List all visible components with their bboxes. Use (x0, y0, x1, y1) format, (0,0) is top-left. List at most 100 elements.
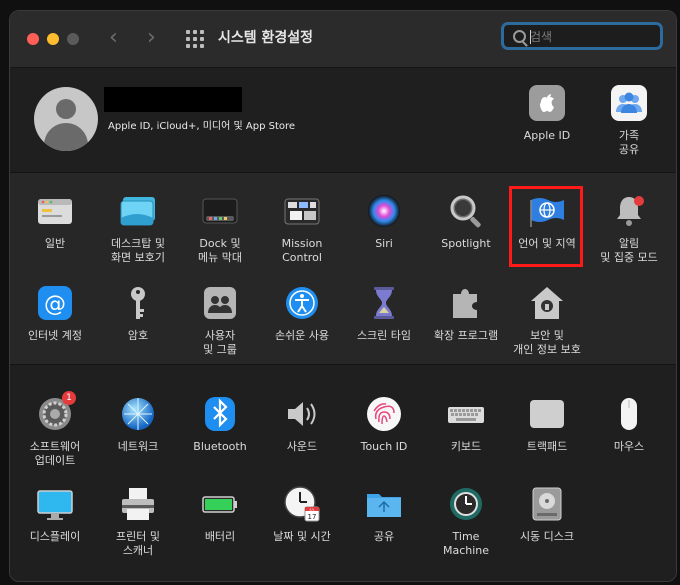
pane-sharing-label: 공유 (373, 530, 395, 543)
pane-printers-label: 프린터 및 (116, 530, 160, 543)
pane-network-label: 네트워크 (117, 440, 159, 453)
pane-date-time[interactable]: JUL 17 날짜 및 시간 (261, 485, 343, 544)
display-monitor-icon (36, 485, 74, 523)
pane-printers-label-2: 스캐너 (122, 544, 154, 557)
pane-printers-scanners[interactable]: 프린터 및 스캐너 (97, 485, 179, 558)
pane-sound[interactable]: 사운드 (261, 395, 343, 454)
software-update-gear-icon: 1 (36, 391, 76, 433)
pane-bluetooth[interactable]: Bluetooth (179, 395, 261, 454)
pane-notifications-focus[interactable]: 알림 및 집중 모드 (588, 192, 670, 265)
zoom-window-button[interactable] (67, 33, 79, 45)
pane-users-label-2: 및 그룹 (203, 343, 237, 356)
pane-siri[interactable]: Siri (343, 192, 425, 251)
apple-id-pane[interactable]: Apple ID (507, 85, 587, 143)
language-region-flag-icon (528, 192, 566, 230)
pane-time-machine[interactable]: Time Machine (425, 485, 507, 558)
time-machine-clock-icon (447, 485, 485, 523)
spotlight-magnifier-icon (447, 192, 485, 230)
pane-general[interactable]: 일반 (14, 192, 96, 251)
user-avatar[interactable] (34, 87, 98, 151)
pane-mouse-label: 마우스 (613, 440, 645, 453)
pane-trackpad-label: 트랙패드 (526, 440, 568, 453)
pane-security-privacy[interactable]: 보안 및 개인 정보 보호 (506, 284, 588, 357)
pane-startup-disk[interactable]: 시동 디스크 (506, 485, 588, 544)
pane-desktop-screensaver[interactable]: 데스크탑 및 화면 보호기 (97, 192, 179, 265)
pane-spotlight[interactable]: Spotlight (425, 192, 507, 251)
pane-keyboard[interactable]: 키보드 (425, 395, 507, 454)
search-field[interactable] (501, 22, 663, 50)
pane-bluetooth-label: Bluetooth (193, 440, 247, 453)
siri-icon (365, 192, 403, 230)
pane-displays[interactable]: 디스플레이 (14, 485, 96, 544)
show-all-grid-icon[interactable] (186, 30, 204, 48)
pane-extensions-label: 확장 프로그램 (433, 329, 499, 342)
close-window-button[interactable] (27, 33, 39, 45)
account-section: Apple ID, iCloud+, 미디어 및 App Store Apple… (10, 68, 676, 172)
pane-datetime-label: 날짜 및 시간 (273, 530, 331, 543)
pane-security-label-2: 개인 정보 보호 (513, 343, 581, 356)
minimize-window-button[interactable] (47, 33, 59, 45)
forward-arrow-icon[interactable]: › (147, 25, 156, 51)
pane-accessibility[interactable]: 손쉬운 사용 (261, 284, 343, 343)
hard-disk-icon (528, 485, 566, 523)
pane-mission-control[interactable]: Mission Control (261, 192, 343, 265)
system-preferences-window: ‹ › 시스템 환경설정 Apple ID, iCloud+, 미디어 및 Ap… (9, 10, 677, 582)
pane-timemachine-label: Time (452, 530, 480, 543)
pane-users-groups[interactable]: 사용자 및 그룹 (179, 284, 261, 357)
redacted-user-name (104, 87, 242, 112)
pane-keyboard-label: 키보드 (450, 440, 482, 453)
pane-sharing[interactable]: 공유 (343, 485, 425, 544)
hourglass-icon (365, 284, 403, 322)
pane-mouse[interactable]: 마우스 (588, 395, 670, 454)
family-sharing-label: 가족 공유 (589, 129, 669, 157)
pane-battery[interactable]: 배터리 (179, 485, 261, 544)
pane-sound-label: 사운드 (286, 440, 318, 453)
pane-language-region[interactable]: 언어 및 지역 (506, 192, 588, 251)
pane-touch-id[interactable]: Touch ID (343, 395, 425, 454)
pane-trackpad[interactable]: 트랙패드 (506, 395, 588, 454)
pane-dock-menubar[interactable]: Dock 및 메뉴 막대 (179, 192, 261, 265)
notification-bell-icon (610, 192, 648, 230)
pane-dock-label-2: 메뉴 막대 (198, 251, 242, 264)
mission-control-icon (283, 192, 321, 230)
pane-passwords[interactable]: 암호 (97, 284, 179, 343)
users-groups-icon (201, 284, 239, 322)
pane-internet-accounts[interactable]: @ 인터넷 계정 (14, 284, 96, 343)
pane-desktop-label: 데스크탑 및 (110, 237, 166, 250)
svg-text:@: @ (44, 292, 66, 317)
apple-id-label: Apple ID (523, 129, 571, 142)
mouse-icon (610, 395, 648, 433)
puzzle-piece-icon (447, 284, 485, 322)
pane-displays-label: 디스플레이 (29, 530, 81, 543)
search-input[interactable] (530, 27, 655, 47)
clock-calendar-icon: JUL 17 (283, 485, 321, 523)
back-arrow-icon[interactable]: ‹ (109, 25, 118, 51)
pane-notifications-label: 알림 (618, 237, 640, 250)
pane-startupdisk-label: 시동 디스크 (519, 530, 575, 543)
trackpad-icon (528, 395, 566, 433)
pane-screen-time[interactable]: 스크린 타임 (343, 284, 425, 343)
pane-internet-label: 인터넷 계정 (27, 329, 83, 342)
title-bar: ‹ › 시스템 환경설정 (10, 11, 676, 68)
family-sharing-label-line1: 가족 (618, 129, 640, 142)
pane-network[interactable]: 네트워크 (97, 395, 179, 454)
house-lock-icon (528, 284, 566, 322)
sharing-folder-icon (365, 485, 403, 523)
pane-screentime-label: 스크린 타임 (356, 329, 412, 342)
calendar-date-text: 17 (308, 513, 317, 521)
pane-battery-label: 배터리 (204, 530, 236, 543)
account-subtitle[interactable]: Apple ID, iCloud+, 미디어 및 App Store (108, 117, 295, 132)
pane-mission-label-2: Control (282, 251, 322, 264)
printer-icon (119, 485, 157, 523)
accessibility-icon (283, 284, 321, 322)
keyboard-icon (447, 395, 485, 433)
fingerprint-icon (365, 395, 403, 433)
pane-software-update[interactable]: 1 소프트웨어 업데이트 (14, 391, 96, 468)
pane-notifications-label-2: 및 집중 모드 (600, 251, 658, 264)
calendar-month-text: JUL (309, 508, 315, 512)
search-icon (513, 30, 526, 43)
pane-extensions[interactable]: 확장 프로그램 (425, 284, 507, 343)
family-sharing-pane[interactable]: 가족 공유 (589, 85, 669, 157)
pane-security-label: 보안 및 (530, 329, 564, 342)
pane-general-label: 일반 (44, 237, 66, 250)
